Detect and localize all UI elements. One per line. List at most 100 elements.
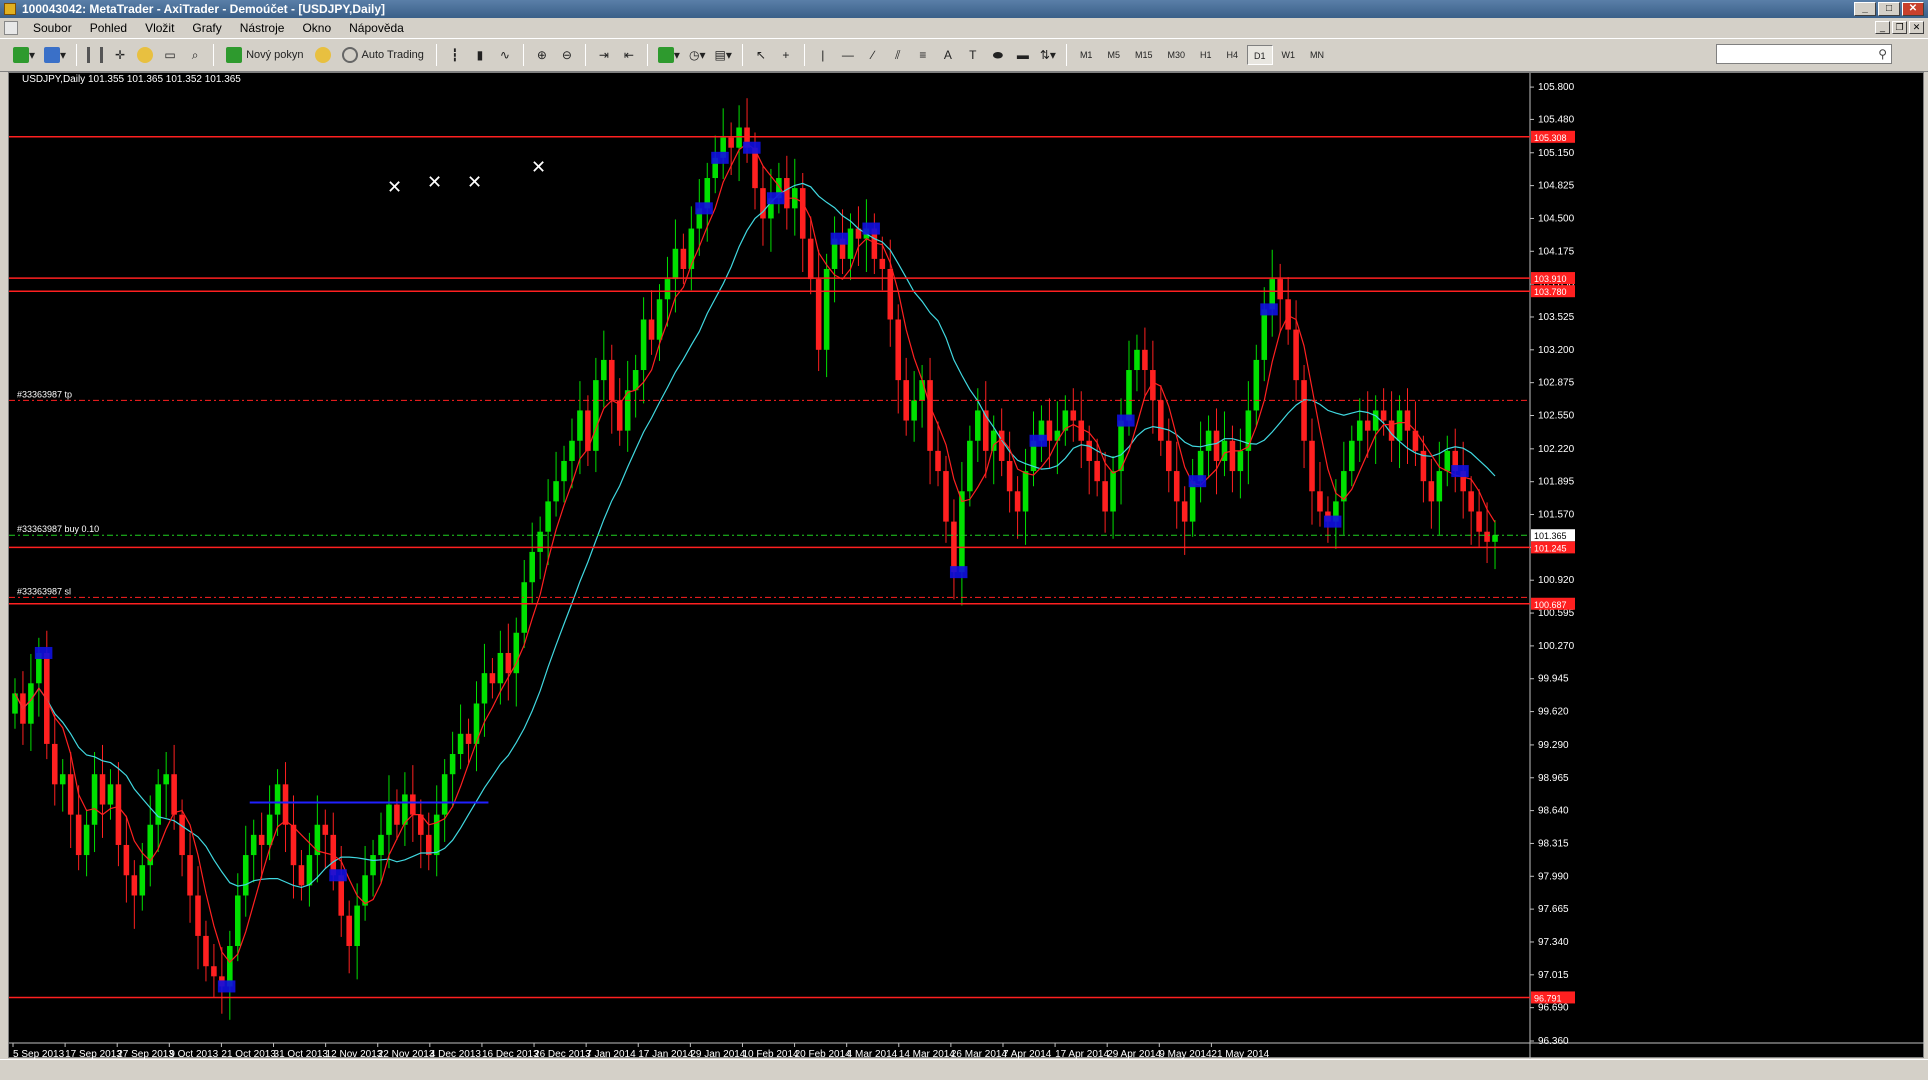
candle-body	[1372, 410, 1379, 431]
timeframe-mn[interactable]: MN	[1304, 45, 1330, 65]
price-tick-label: 101.895	[1538, 477, 1575, 488]
timeframe-m1[interactable]: M1	[1074, 45, 1099, 65]
menu-nastroje[interactable]: Nástroje	[231, 18, 294, 38]
candle-body	[99, 774, 106, 805]
menu-okno[interactable]: Okno	[293, 18, 340, 38]
candle-body	[1142, 349, 1148, 371]
metaeditor-button[interactable]	[312, 43, 334, 67]
timeframe-d1[interactable]: D1	[1247, 45, 1273, 65]
chart-window-icon[interactable]	[4, 21, 18, 35]
rectangle-button[interactable]: ▬	[1012, 43, 1034, 67]
window-minimize-button[interactable]: _	[1854, 2, 1876, 16]
menu-soubor[interactable]: Soubor	[24, 18, 81, 38]
candle-body	[959, 491, 965, 573]
navigator-button[interactable]	[134, 43, 156, 67]
current-price-label: 101.365	[1534, 531, 1567, 541]
line-chart-button[interactable]: ∿	[494, 43, 516, 67]
candle-body	[529, 551, 535, 583]
menu-pohled[interactable]: Pohled	[81, 18, 136, 38]
timeframe-w1[interactable]: W1	[1276, 45, 1302, 65]
new-chart-button[interactable]: ▾	[10, 43, 38, 67]
trendline-button[interactable]: ∕	[862, 43, 884, 67]
search-input[interactable]: ⚲	[1716, 44, 1892, 64]
vertical-line-button[interactable]: |	[812, 43, 834, 67]
candle-body	[553, 481, 559, 502]
candlestick-button[interactable]: ▮	[469, 43, 491, 67]
menu-napoveda[interactable]: Nápověda	[340, 18, 413, 38]
price-tick-label: 104.500	[1538, 213, 1575, 224]
zoom-out-button[interactable]: ⊖	[556, 43, 578, 67]
zoom-in-button[interactable]: ⊕	[531, 43, 553, 67]
window-close-button[interactable]: ✕	[1902, 2, 1924, 16]
data-window-button[interactable]: ✛	[109, 43, 131, 67]
candle-body	[1094, 460, 1100, 482]
periods-button[interactable]: ◷ ▾	[686, 43, 709, 67]
auto-trading-label: Auto Trading	[361, 49, 424, 61]
candle-body	[195, 895, 201, 936]
time-tick-label: 21 Oct 2013	[221, 1049, 276, 1059]
candle-body	[1364, 420, 1371, 431]
equidistant-channel-button[interactable]: ⫽	[887, 43, 909, 67]
auto-scroll-button[interactable]: ⇥	[593, 43, 615, 67]
time-tick-label: 9 May 2014	[1159, 1049, 1212, 1059]
timeframe-h1[interactable]: H1	[1194, 45, 1218, 65]
mdi-restore-button[interactable]: ❐	[1892, 21, 1907, 34]
time-tick-label: 29 Apr 2014	[1107, 1049, 1161, 1059]
candle-body	[274, 784, 281, 815]
timeframe-m5[interactable]: M5	[1101, 45, 1126, 65]
timeframe-m30[interactable]: M30	[1161, 45, 1191, 65]
price-tick-label: 105.800	[1538, 82, 1575, 93]
candle-body	[1237, 450, 1244, 472]
price-tick-label: 98.965	[1538, 773, 1569, 784]
vertical-line-icon: |	[821, 48, 825, 62]
order-label-buy: #33363987 buy 0.10	[17, 524, 99, 534]
timeframe-h4[interactable]: H4	[1221, 45, 1245, 65]
text-button[interactable]: A	[937, 43, 959, 67]
crosshair-button[interactable]: +	[775, 43, 797, 67]
bar-chart-button[interactable]: ┇	[444, 43, 466, 67]
cursor-button[interactable]: ↖	[750, 43, 772, 67]
zoom-in-icon: ⊕	[536, 48, 547, 62]
candle-body	[1054, 430, 1061, 441]
chart-shift-button[interactable]: ⇤	[618, 43, 640, 67]
price-chart[interactable]: 105.800 105.480 105.150 104.825 104.500 104.1…	[9, 73, 1925, 1059]
metaeditor-icon	[314, 47, 331, 63]
candle-body	[306, 855, 313, 886]
chart-window[interactable]: 105.800 105.480 105.150 104.825 104.500 104.1…	[8, 72, 1925, 1059]
ellipse-icon: ⬬	[992, 47, 1003, 62]
price-tag-label: 105.308	[1534, 133, 1567, 143]
timeframe-m15[interactable]: M15	[1129, 45, 1159, 65]
zone-marker	[695, 202, 713, 215]
menu-vlozit[interactable]: Vložit	[136, 18, 183, 38]
zone-marker	[1188, 475, 1207, 488]
candle-body	[799, 188, 806, 239]
candle-body	[1205, 430, 1212, 451]
auto-trading-button[interactable]: Auto Trading	[337, 43, 429, 67]
candle-body	[887, 268, 894, 320]
candle-body	[187, 855, 193, 896]
candle-body	[807, 238, 814, 280]
candle-body	[1181, 501, 1188, 522]
horizontal-line-button[interactable]: —	[837, 43, 859, 67]
window-maximize-button[interactable]: □	[1878, 2, 1900, 16]
terminal-button[interactable]: ▭	[159, 43, 181, 67]
fibonacci-button[interactable]: ≡	[912, 43, 934, 67]
price-tick-label: 96.360	[1538, 1036, 1569, 1047]
templates-button[interactable]: ▤ ▾	[711, 43, 734, 67]
time-tick-label: 21 May 2014	[1211, 1049, 1269, 1059]
tester-button[interactable]: ⌕	[184, 43, 206, 67]
mdi-minimize-button[interactable]: _	[1875, 21, 1890, 34]
text-label-button[interactable]: T	[962, 43, 984, 67]
new-order-button[interactable]: Nový pokyn	[221, 43, 308, 67]
time-tick-label: 27 Sep 2013	[117, 1049, 174, 1059]
time-tick-label: 16 Dec 2013	[482, 1049, 539, 1059]
candle-body	[1022, 471, 1029, 512]
market-watch-button[interactable]	[84, 43, 106, 67]
line-chart-icon: ∿	[499, 48, 510, 62]
profiles-button[interactable]: ▾	[41, 43, 69, 67]
ellipse-button[interactable]: ⬬	[987, 43, 1009, 67]
arrows-button[interactable]: ⇅ ▾	[1037, 43, 1059, 67]
mdi-close-button[interactable]: ✕	[1909, 21, 1924, 34]
menu-grafy[interactable]: Grafy	[183, 18, 230, 38]
indicators-button[interactable]: ▾	[655, 43, 683, 67]
